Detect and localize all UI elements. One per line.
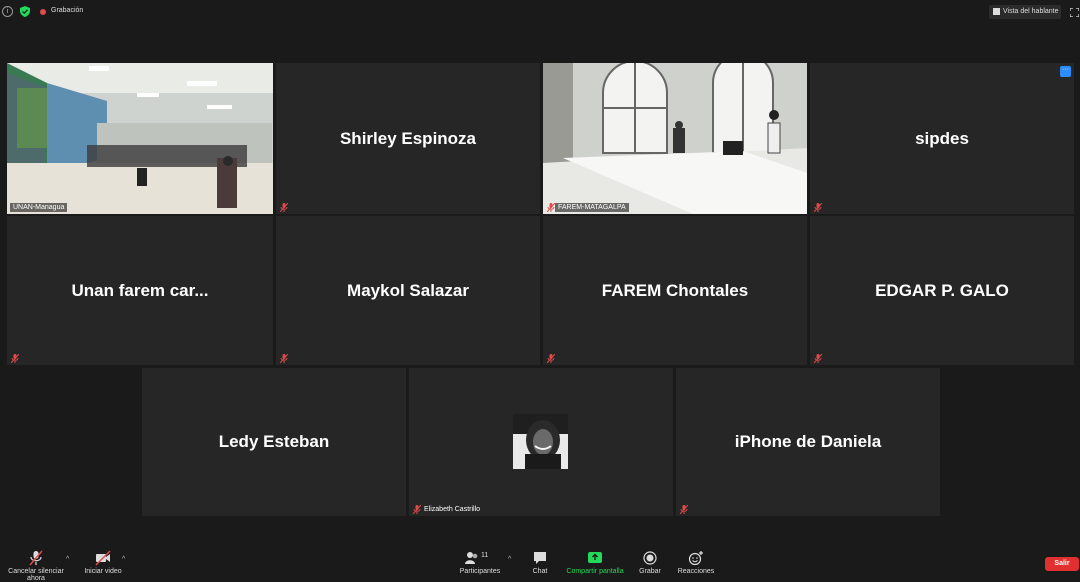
leave-button[interactable]: Salir	[1045, 557, 1079, 571]
top-bar: i Grabación Vista del hablante	[0, 0, 1080, 24]
participant-name: Unan farem car...	[71, 280, 209, 300]
participant-label: Elizabeth Castrillo	[424, 506, 481, 513]
video-tile-farem-chontales[interactable]: FAREM Chontales	[543, 216, 807, 365]
more-options-button[interactable]: ···	[1060, 66, 1071, 77]
participant-name: Maykol Salazar	[347, 280, 469, 300]
reactions-label: Reacciones	[677, 568, 715, 575]
chat-button[interactable]: Chat	[526, 550, 554, 575]
chat-label: Chat	[532, 568, 548, 575]
record-button[interactable]: Grabar	[636, 550, 664, 575]
record-icon	[643, 551, 657, 565]
participants-count: 11	[481, 552, 489, 559]
muted-mic-icon	[547, 354, 555, 363]
share-screen-button[interactable]: Compartir pantalla	[562, 550, 628, 575]
video-tile-farem-matagalpa[interactable]: FAREM-MATAGALPA	[543, 63, 807, 214]
fullscreen-icon[interactable]	[1070, 8, 1079, 17]
speaker-view-button[interactable]: Vista del hablante	[989, 5, 1061, 19]
muted-mic-icon	[814, 203, 822, 212]
chat-icon	[534, 552, 546, 564]
start-video-label: Iniciar video	[84, 568, 122, 575]
avatar	[513, 414, 568, 469]
audio-options-caret[interactable]: ^	[66, 556, 69, 563]
share-screen-icon	[588, 552, 602, 563]
participant-label: FAREM-MATAGALPA	[555, 203, 629, 212]
participant-name: EDGAR P. GALO	[875, 280, 1009, 300]
reactions-icon	[688, 551, 703, 566]
video-tile-maykol[interactable]: Maykol Salazar	[276, 216, 540, 365]
video-tile-unan-farem[interactable]: Unan farem car...	[7, 216, 273, 365]
muted-mic-icon	[280, 354, 288, 363]
video-tile-iphone[interactable]: iPhone de Daniela	[676, 368, 940, 516]
muted-mic-icon	[680, 505, 688, 514]
participants-options-caret[interactable]: ^	[508, 556, 511, 563]
video-feed	[7, 63, 273, 214]
video-tile-sipdes[interactable]: sipdes ···	[810, 63, 1074, 214]
participants-label: Participantes	[459, 568, 501, 575]
muted-mic-icon	[280, 203, 288, 212]
participant-name: FAREM Chontales	[601, 280, 749, 300]
video-tile-shirley[interactable]: Shirley Espinoza	[276, 63, 540, 214]
video-options-caret[interactable]: ^	[122, 556, 125, 563]
unmute-button[interactable]: Cancelar silenciar ahora	[0, 550, 72, 582]
reactions-button[interactable]: Reacciones	[676, 550, 716, 575]
participant-name: iPhone de Daniela	[734, 432, 882, 451]
participants-button[interactable]: 11 Participantes	[458, 550, 502, 575]
participants-icon: 11	[465, 550, 495, 566]
video-off-icon	[95, 550, 111, 566]
participant-label: UNAN-Managua	[10, 203, 68, 212]
speaker-view-label: Vista del hablante	[1003, 8, 1059, 15]
video-tile-unan-managua[interactable]: UNAN-Managua	[7, 63, 273, 214]
participant-name: Shirley Espinoza	[339, 128, 477, 148]
video-tile-ledy[interactable]: Ledy Esteban	[142, 368, 406, 516]
recording-label: Grabación	[51, 7, 84, 14]
muted-mic-icon	[29, 550, 43, 566]
speaker-view-icon	[993, 8, 1000, 15]
start-video-button[interactable]: Iniciar video	[80, 550, 126, 575]
meeting-toolbar: Cancelar silenciar ahora ^ Iniciar video…	[0, 548, 1080, 582]
muted-mic-icon	[11, 354, 19, 363]
muted-mic-icon	[547, 203, 555, 212]
share-screen-label: Compartir pantalla	[566, 568, 624, 575]
video-feed	[543, 63, 807, 214]
record-label: Grabar	[639, 568, 661, 575]
shield-icon[interactable]	[20, 6, 30, 17]
muted-mic-icon	[814, 354, 822, 363]
unmute-label: Cancelar silenciar ahora	[8, 568, 64, 582]
participant-name: Ledy Esteban	[218, 432, 330, 451]
video-tile-edgar[interactable]: EDGAR P. GALO	[810, 216, 1074, 365]
muted-mic-icon	[413, 505, 421, 514]
participant-name: sipdes	[915, 128, 969, 148]
recording-icon	[40, 9, 46, 15]
info-icon[interactable]: i	[2, 6, 13, 17]
video-tile-elizabeth[interactable]: Elizabeth Castrillo	[409, 368, 673, 516]
